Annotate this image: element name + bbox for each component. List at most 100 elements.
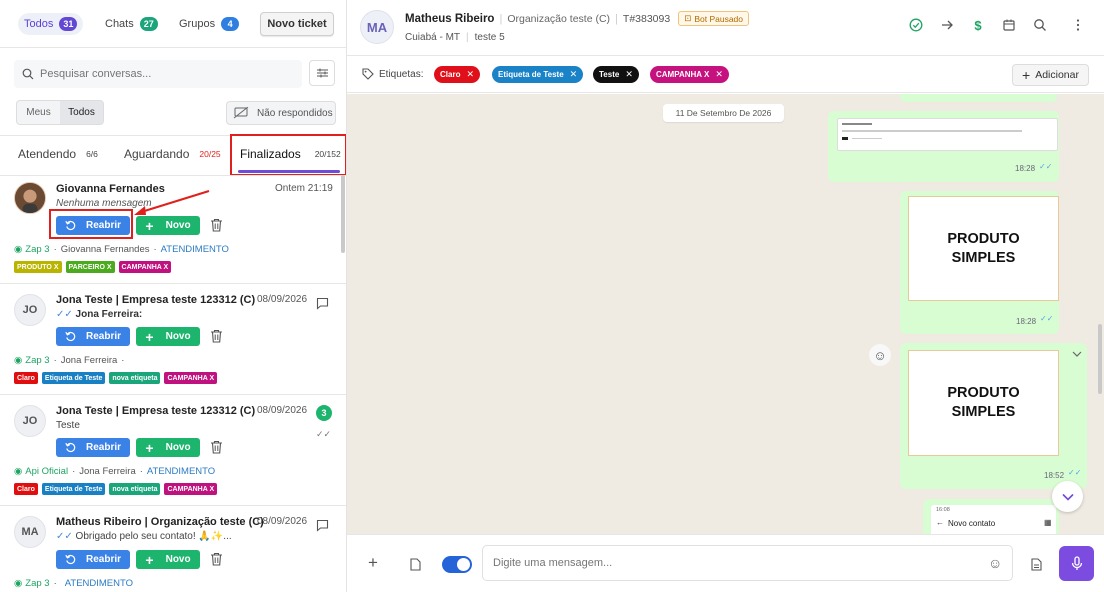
plus-icon[interactable]: + [368,553,378,573]
etiqueta-tag[interactable]: Teste ✕ [593,66,639,83]
plus-icon: + [145,217,154,234]
message-bubble[interactable]: PRODUTO SIMPLES 18:28 ✓✓ [900,191,1059,334]
chat-messages: • • • 11 De Setembro De 2026 18:28 ✓✓ PR… [347,94,1104,534]
tag: PRODUTO X [14,261,62,273]
emoji-icon[interactable]: ☺ [988,555,1002,571]
plus-icon: + [145,439,154,456]
scope-meus[interactable]: Meus [17,101,60,124]
novo-button[interactable]: + Novo [136,550,200,569]
header-actions: $ [909,18,1085,32]
tab-chats[interactable]: Chats 27 [99,13,164,35]
signature-toggle[interactable] [442,556,472,573]
message-bubble[interactable]: PRODUTO SIMPLES 18:52 ✓✓ [900,343,1087,489]
tag: Claro [14,372,38,384]
message-bubble[interactable]: 18:28 ✓✓ [828,111,1059,182]
tag-icon [362,68,374,80]
double-check-icon: ✓✓ [1039,162,1053,171]
emoji-reaction-icon[interactable]: ☺ [869,344,891,366]
ticket-meta: ◉ Zap 3 · Jona Ferreira · [14,355,125,366]
scroll-down-button[interactable] [1052,481,1083,512]
message-bubble[interactable]: 16:08 ← Novo contato ▦ [923,499,1059,534]
close-icon[interactable]: ✕ [625,69,633,80]
tab-grupos-count: 4 [221,17,240,31]
ticket-card[interactable]: JO Jona Teste | Empresa teste 123312 (C)… [0,395,341,505]
novo-label: Novo [165,442,191,453]
tab-todos[interactable]: Todos 31 [18,13,84,35]
message-input[interactable] [493,557,973,569]
avatar: JO [14,405,46,437]
reabrir-button[interactable]: Reabrir [56,438,130,457]
tab-aguardando[interactable]: Aguardando 20/25 [124,147,221,161]
add-tag-button[interactable]: + Adicionar [1012,64,1089,86]
trash-icon[interactable] [210,440,223,454]
search-input[interactable] [40,68,280,80]
svg-text:$: $ [974,18,982,32]
list-scrollbar[interactable] [341,175,345,253]
document-preview[interactable] [837,118,1058,151]
ticket-meta: ◉ Zap 3 · ATENDIMENTO [14,578,134,589]
contact-name[interactable]: Matheus Ribeiro [405,13,494,25]
contact-avatar[interactable]: MA [360,10,394,44]
whatsapp-icon: ◉ [14,355,23,366]
tag: CAMPANHA X [164,483,218,495]
trash-icon[interactable] [210,218,223,232]
reabrir-button[interactable]: Reabrir [56,327,130,346]
product-image-text: PRODUTO SIMPLES [947,230,1020,266]
preview-time: 16:08 [936,507,950,513]
microphone-button[interactable] [1059,546,1094,581]
ticket-name: Jona Teste | Empresa teste 123312 (C) [56,294,256,306]
trash-icon[interactable] [210,552,223,566]
close-icon[interactable]: ✕ [466,69,474,80]
tab-aguardando-count: 20/25 [199,149,221,159]
nao-respondidos-label: Não respondidos [257,107,333,119]
ticket-card[interactable]: JO Jona Teste | Empresa teste 123312 (C)… [0,284,341,394]
close-icon[interactable]: ✕ [570,69,578,80]
chat-scrollbar[interactable] [1098,324,1102,394]
product-image-text: PRODUTO SIMPLES [947,385,1020,420]
tab-atendendo-label: Atendendo [18,147,77,161]
scope-toggle: Meus Todos [16,100,104,125]
trash-icon[interactable] [210,329,223,343]
reabrir-button[interactable]: Reabrir [56,550,130,569]
tag: nova etiqueta [109,372,161,384]
novo-label: Novo [165,220,191,231]
novo-button[interactable]: + Novo [136,438,200,457]
scope-todos[interactable]: Todos [60,101,103,124]
nao-respondidos-button[interactable]: Não respondidos [226,101,336,125]
dollar-icon[interactable]: $ [971,18,985,32]
reabrir-label: Reabrir [85,554,121,565]
chevron-down-icon [1061,493,1074,501]
tags-bar: Etiquetas: Claro ✕ Etiqueta de Teste ✕ Tes… [347,57,1104,93]
etiqueta-tag[interactable]: CAMPANHA X ✕ [650,66,729,83]
reabrir-label: Reabrir [85,331,121,342]
novo-button[interactable]: + Novo [136,216,200,235]
document-icon[interactable] [1031,558,1042,571]
note-icon[interactable] [410,558,421,571]
ticket-list-panel: Todos 31 Chats 27 Grupos 4 Novo ticket M… [0,0,347,592]
chat-bubble-icon[interactable] [316,297,329,310]
ticket-date: 08/09/2026 [257,405,308,416]
more-vertical-icon[interactable] [1071,18,1085,32]
screenshot-preview[interactable]: 16:08 ← Novo contato ▦ [931,505,1056,534]
product-image[interactable]: PRODUTO SIMPLES [908,196,1059,301]
product-image[interactable]: PRODUTO SIMPLES [908,350,1059,456]
filter-button[interactable] [309,60,335,86]
tab-atendendo[interactable]: Atendendo 6/6 [18,147,98,161]
etiqueta-tag[interactable]: Etiqueta de Teste ✕ [492,66,584,83]
novo-button[interactable]: + Novo [136,327,200,346]
arrow-right-icon[interactable] [940,18,954,32]
tab-grupos[interactable]: Grupos 4 [173,13,245,35]
check-circle-icon[interactable] [909,18,923,32]
message-time: 18:52 [1044,471,1065,480]
agent-name: Giovanna Fernandes [60,244,150,255]
close-icon[interactable]: ✕ [715,69,723,80]
ticket-card[interactable]: MA Matheus Ribeiro | Organização teste (… [0,506,341,592]
reopen-icon [65,331,76,342]
chat-bubble-icon[interactable] [316,519,329,532]
search-icon[interactable] [1033,18,1047,32]
chevron-down-icon[interactable] [1072,350,1082,358]
avatar: MA [14,516,46,548]
etiqueta-tag[interactable]: Claro ✕ [434,66,480,83]
new-ticket-button[interactable]: Novo ticket [260,12,334,36]
calendar-icon[interactable] [1002,18,1016,32]
